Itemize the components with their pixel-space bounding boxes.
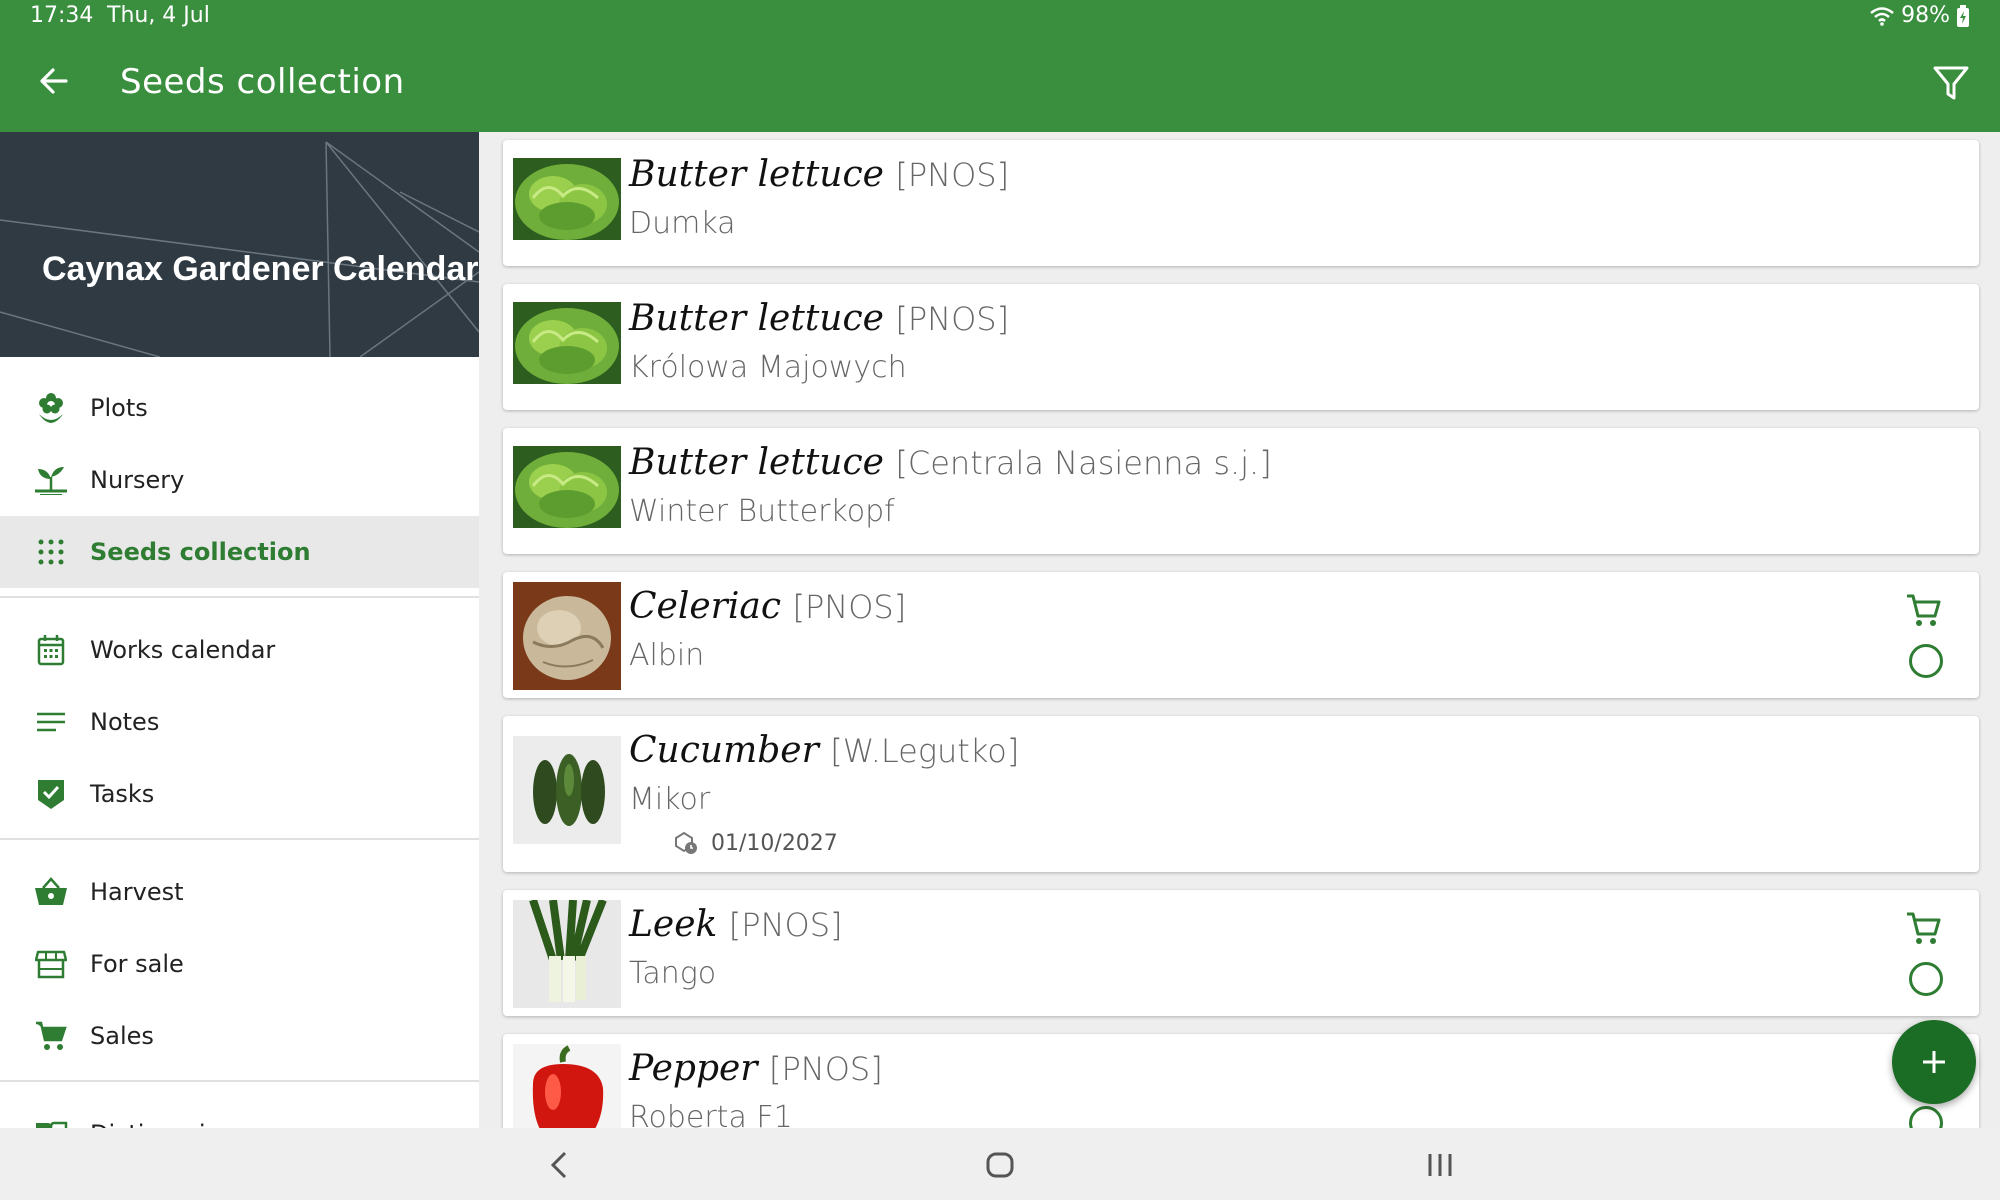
status-bar: 17:34 Thu, 4 Jul 98% — [0, 0, 2000, 34]
seed-image-leek — [513, 900, 621, 1008]
page-title: Seeds collection — [120, 62, 405, 102]
seed-producer: [PNOS] — [768, 1050, 883, 1088]
add-seed-button[interactable] — [1892, 1020, 1976, 1104]
nav-label-dictionaries: Dictionaries — [90, 1120, 233, 1128]
app-bar: Seeds collection — [0, 34, 2000, 132]
back-arrow-icon[interactable] — [34, 61, 74, 101]
nav-item-harvest[interactable]: Harvest — [0, 856, 479, 928]
list-item[interactable]: Butter lettuce [Centrala Nasienna s.j.] … — [503, 428, 1979, 554]
expiry-clock-icon — [675, 831, 697, 854]
nav-item-seeds-collection[interactable]: Seeds collection — [0, 516, 479, 588]
battery-level: 98% — [1901, 3, 1950, 28]
drawer-app-name: Caynax Gardener Calendar — [42, 250, 479, 288]
expiry-date-text: 01/10/2027 — [711, 830, 838, 856]
nav-label-notes: Notes — [90, 708, 160, 736]
seed-producer: [Centrala Nasienna s.j.] — [895, 444, 1272, 482]
header-pattern — [0, 141, 479, 357]
seed-variety: Roberta F1 — [629, 1100, 793, 1128]
list-item[interactable]: Leek [PNOS] Tango — [503, 890, 1979, 1016]
nav-label-nursery: Nursery — [90, 466, 185, 494]
task-check-icon — [34, 777, 68, 811]
dictionary-icon — [34, 1117, 68, 1128]
seed-name: Butter lettuce [PNOS] — [629, 298, 1010, 339]
nav-label-tasks: Tasks — [90, 780, 155, 808]
flower-icon — [34, 391, 68, 425]
seed-name: Pepper [PNOS] — [629, 1048, 883, 1089]
nav-label-sales: Sales — [90, 1022, 154, 1050]
seed-variety: Albin — [629, 638, 705, 673]
seed-producer: [PNOS] — [728, 906, 843, 944]
seed-name: Butter lettuce [Centrala Nasienna s.j.] — [629, 442, 1272, 483]
seed-variety: Winter Butterkopf — [629, 494, 895, 529]
seed-producer: [W.Legutko] — [830, 732, 1020, 770]
list-item[interactable]: Pepper [PNOS] Roberta F1 — [503, 1034, 1979, 1128]
system-back-icon[interactable] — [545, 1148, 575, 1182]
seed-variety: Królowa Majowych — [629, 350, 907, 385]
system-recent-apps-icon[interactable] — [1422, 1148, 1458, 1182]
drawer-divider — [0, 596, 479, 598]
seed-image-lettuce — [513, 446, 621, 528]
navigation-drawer: Caynax Gardener Calendar Plots Nursery S… — [0, 132, 479, 1128]
seed-image-lettuce — [513, 302, 621, 384]
nav-item-nursery[interactable]: Nursery — [0, 444, 479, 516]
seedling-icon — [34, 463, 68, 497]
nav-label-plots: Plots — [90, 394, 148, 422]
seed-name: Celeriac [PNOS] — [629, 586, 907, 627]
seed-image-pepper — [513, 1044, 621, 1128]
cart-icon — [34, 1019, 68, 1053]
seed-variety: Mikor — [629, 782, 711, 817]
basket-icon — [34, 875, 68, 909]
select-radio[interactable] — [1909, 962, 1943, 996]
seed-producer: [PNOS] — [895, 300, 1010, 338]
seeds-list[interactable]: Butter lettuce [PNOS] Dumka Butter lettu… — [479, 132, 2000, 1128]
seed-producer: [PNOS] — [895, 156, 1010, 194]
notes-icon — [34, 705, 68, 739]
nav-label-works-calendar: Works calendar — [90, 636, 276, 664]
list-item[interactable]: Cucumber [W.Legutko] Mikor 01/10/2027 — [503, 716, 1979, 872]
shopping-cart-icon[interactable] — [1903, 908, 1943, 948]
nav-item-for-sale[interactable]: For sale — [0, 928, 479, 1000]
seed-name: Leek [PNOS] — [629, 904, 843, 945]
battery-icon — [1957, 4, 1969, 27]
wifi-icon — [1870, 6, 1894, 26]
seed-name: Butter lettuce [PNOS] — [629, 154, 1010, 195]
shopping-cart-icon[interactable] — [1903, 590, 1943, 630]
nav-item-notes[interactable]: Notes — [0, 686, 479, 758]
calendar-icon — [34, 633, 68, 667]
nav-item-works-calendar[interactable]: Works calendar — [0, 614, 479, 686]
seed-variety: Tango — [629, 956, 717, 991]
drawer-header: Caynax Gardener Calendar — [0, 132, 479, 357]
list-item[interactable]: Butter lettuce [PNOS] Dumka — [503, 140, 1979, 266]
system-home-icon[interactable] — [984, 1148, 1016, 1182]
nav-item-tasks[interactable]: Tasks — [0, 758, 479, 830]
nav-item-plots[interactable]: Plots — [0, 372, 479, 444]
nav-item-dictionaries[interactable]: Dictionaries — [0, 1098, 479, 1128]
drawer-divider — [0, 1080, 479, 1082]
select-radio[interactable] — [1909, 644, 1943, 678]
plus-icon — [1923, 1051, 1945, 1073]
store-icon — [34, 947, 68, 981]
list-item[interactable]: Celeriac [PNOS] Albin — [503, 572, 1979, 698]
seed-image-celeriac — [513, 582, 621, 690]
status-date: Thu, 4 Jul — [107, 3, 210, 28]
seed-producer: [PNOS] — [792, 588, 907, 626]
filter-icon[interactable] — [1930, 62, 1972, 104]
status-indicators: 98% — [1869, 3, 1970, 28]
seed-name: Cucumber [W.Legutko] — [629, 730, 1020, 771]
nav-label-for-sale: For sale — [90, 950, 184, 978]
seed-variety: Dumka — [629, 206, 736, 241]
nav-item-sales[interactable]: Sales — [0, 1000, 479, 1072]
nav-label-seeds-collection: Seeds collection — [90, 538, 311, 566]
status-time: 17:34 — [30, 3, 94, 28]
system-navigation-bar — [0, 1128, 2000, 1200]
drawer-divider — [0, 838, 479, 840]
nav-label-harvest: Harvest — [90, 878, 184, 906]
list-item[interactable]: Butter lettuce [PNOS] Królowa Majowych — [503, 284, 1979, 410]
seed-image-cucumber — [513, 736, 621, 844]
select-radio[interactable] — [1909, 1106, 1943, 1128]
grid-dots-icon — [34, 535, 68, 569]
expiry-date: 01/10/2027 — [673, 830, 838, 856]
seed-image-lettuce — [513, 158, 621, 240]
